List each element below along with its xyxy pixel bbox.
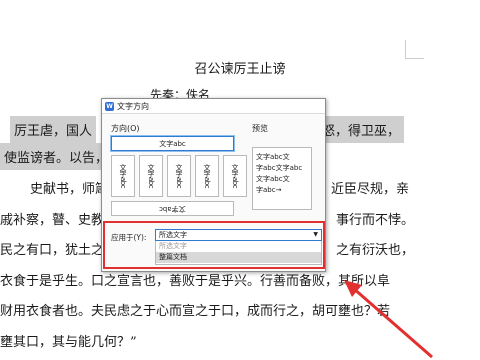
direction-option-horizontal[interactable]: 文字abc: [110, 135, 235, 152]
text-direction-dialog: W 文字方向 方向(O) 预览 文字abc 文字abc 文字abc 文字abc …: [101, 98, 326, 272]
chevron-down-icon[interactable]: ▼: [313, 230, 318, 240]
apply-to-value: 所选文字: [159, 231, 187, 239]
text-line-3a[interactable]: 史献书，师箴: [30, 178, 108, 197]
dialog-titlebar[interactable]: W 文字方向: [102, 99, 325, 114]
preview-label: 预览: [252, 124, 268, 133]
text-line-8[interactable]: 壅其口，其与能几何？”: [0, 331, 137, 350]
text-line-3b[interactable]: 近臣尽规，亲: [331, 178, 409, 197]
wps-app-icon: W: [105, 101, 114, 111]
text-line-4b[interactable]: 事行而不悖。: [336, 209, 414, 228]
text-line-6[interactable]: 衣食于是乎生。口之宣言也，善败于是乎兴。行善而备败，其所以阜: [0, 270, 390, 289]
direction-option-vertical-1[interactable]: 文字abc: [111, 155, 135, 197]
preview-line-1: 文字abc文: [256, 153, 290, 161]
preview-line-2: 字abc文字abc: [256, 164, 303, 172]
apply-option-whole-document[interactable]: 整篇文档: [156, 252, 321, 263]
direction-option-rotated[interactable]: 文字abc: [111, 201, 234, 216]
direction-option-vertical-4[interactable]: 文字abc: [195, 155, 219, 197]
apply-to-label: 应用于(Y):: [111, 233, 147, 242]
text-line-4a[interactable]: 戚补察，瞽、史教: [0, 209, 104, 228]
direction-label: 方向(O): [111, 124, 140, 133]
direction-option-vertical-2[interactable]: 文字abc: [139, 155, 163, 197]
apply-to-dropdown-list: 所选文字 整篇文档: [155, 241, 322, 265]
option-vertical-3-text: 文字abc: [175, 163, 183, 189]
preview-box: 文字abc文 字abc文字abc 文字abc文 字abc→: [252, 147, 312, 210]
text-line-5b[interactable]: 之有衍沃也，: [336, 239, 414, 258]
preview-line-3: 文字abc文: [256, 175, 290, 183]
option-vertical-4-text: 文字abc: [203, 163, 211, 189]
option-vertical-1-text: 文字abc: [119, 163, 127, 189]
page-corner-mark: [405, 40, 424, 59]
apply-to-select[interactable]: 所选文字 ▼: [155, 229, 322, 241]
option-vertical-2-text: 文字abc: [147, 163, 155, 189]
option-horizontal-text: 文字abc: [159, 139, 186, 148]
text-line-2[interactable]: 使监谤者。以告，: [0, 143, 113, 170]
direction-option-vertical-5[interactable]: 文字abc: [223, 155, 247, 197]
option-rotated-text: 文字abc: [159, 204, 186, 213]
dialog-title: 文字方向: [117, 101, 149, 111]
text-line-1b[interactable]: 怒，得卫巫，: [318, 116, 405, 143]
apply-option-selected-text[interactable]: 所选文字: [156, 241, 321, 252]
document-title: 召公谏厉王止谤: [194, 62, 286, 77]
direction-option-vertical-3[interactable]: 文字abc: [167, 155, 191, 197]
text-line-7[interactable]: 财用衣食者也。夫民虑之于心而宣之于口，成而行之，胡可壅也？若: [0, 300, 390, 319]
option-vertical-5-text: 文字abc: [231, 163, 239, 189]
text-line-5a[interactable]: 民之有口，犹土之: [0, 239, 104, 258]
preview-line-4: 字abc→: [256, 186, 282, 194]
text-line-1a[interactable]: 厉王虐，国人: [10, 116, 97, 143]
